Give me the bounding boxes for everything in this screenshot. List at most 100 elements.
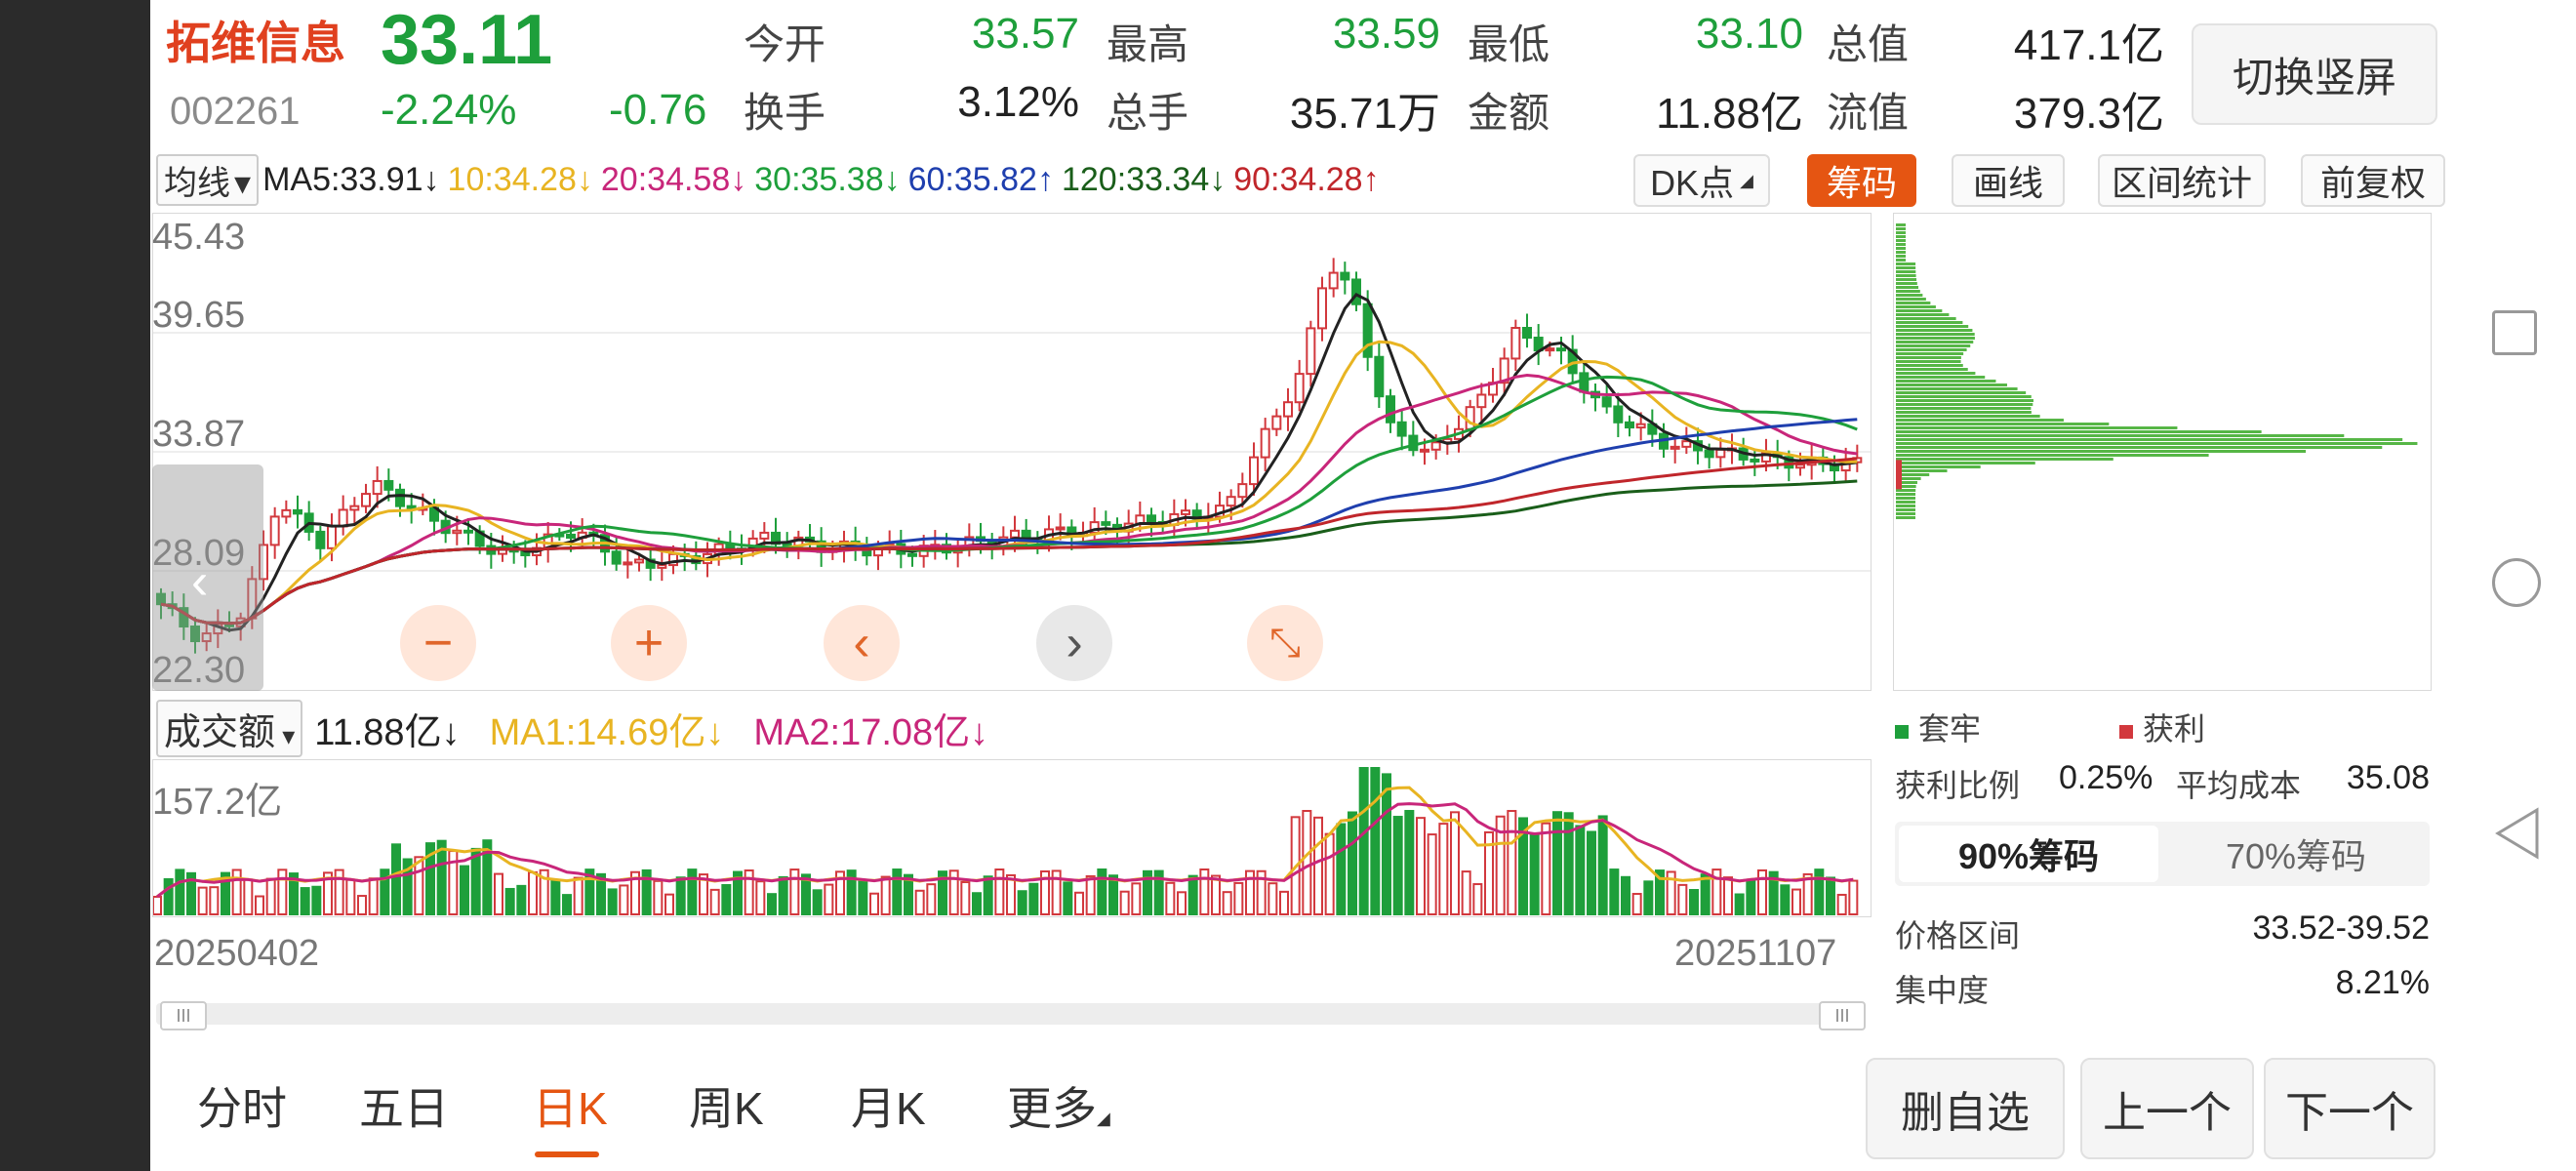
chip-bar	[1896, 438, 2403, 441]
concentration-value: 8.21%	[2335, 964, 2430, 1001]
volume-bar	[1063, 881, 1073, 915]
volume-bar	[573, 876, 584, 916]
corner-triangle-icon: ◢	[1097, 1109, 1110, 1128]
back-icon[interactable]	[2492, 806, 2541, 866]
previous-stock-button[interactable]: 上一个	[2080, 1058, 2254, 1159]
volume-bar	[709, 888, 720, 916]
volume-bar	[1416, 817, 1426, 915]
dk-point-button[interactable]: DK点 ◢	[1633, 154, 1770, 207]
period-tab-more[interactable]: 更多◢	[1007, 1073, 1110, 1138]
chip-bar	[1896, 313, 1950, 316]
collapse-button[interactable]: ⤡	[1247, 605, 1323, 681]
price-range-value: 33.52-39.52	[2252, 909, 2431, 947]
candle-body	[327, 525, 337, 549]
volume-ma1: MA1:14.69亿↓	[489, 711, 725, 753]
volume-bar	[528, 870, 538, 915]
remove-watchlist-button[interactable]: 删自选	[1866, 1058, 2065, 1159]
period-tab-weekly[interactable]: 周K	[689, 1073, 764, 1138]
volume-bar	[1097, 868, 1107, 915]
period-tab-5day[interactable]: 五日	[359, 1073, 449, 1138]
candle-body	[269, 515, 280, 546]
candle-body	[1283, 401, 1293, 418]
volume-value: 11.88亿↓	[314, 711, 461, 753]
chip-bar	[1896, 239, 1906, 242]
chip-bar	[1896, 368, 1968, 371]
volume-bar	[1427, 833, 1437, 915]
volume-bar	[1108, 874, 1118, 915]
chip-bar	[1896, 266, 1916, 269]
adjust-button[interactable]: 前复权	[2301, 154, 2445, 207]
candle-body	[623, 561, 633, 566]
chip-bar	[1896, 337, 1975, 340]
switch-portrait-button[interactable]: 切换竖屏	[2192, 23, 2437, 125]
volume-bar	[1700, 873, 1711, 915]
volume-bar	[1563, 812, 1574, 915]
period-more-label: 更多	[1007, 1083, 1097, 1134]
volume-ma2: MA2:17.08亿↓	[753, 711, 989, 753]
next-stock-button[interactable]: 下一个	[2264, 1058, 2435, 1159]
recents-icon[interactable]	[2492, 310, 2537, 355]
chip-bar	[1896, 462, 2035, 464]
period-tab-timeshare[interactable]: 分时	[197, 1073, 287, 1138]
volume-bar	[675, 876, 686, 915]
draw-line-button[interactable]: 画线	[1952, 154, 2065, 207]
chip-bar	[1896, 458, 2113, 461]
prev-button[interactable]: ‹	[824, 605, 900, 681]
volume-bar	[607, 888, 618, 916]
volume-bar	[914, 889, 925, 915]
volume-canvas	[153, 767, 1859, 916]
volume-bar	[1791, 888, 1801, 915]
volume-bar	[880, 875, 891, 916]
candle-body	[361, 493, 371, 507]
chip-bar	[1896, 302, 1931, 304]
volume-bar	[1279, 890, 1289, 916]
chip-bar	[1896, 360, 1961, 363]
range-stats-button[interactable]: 区间统计	[2098, 154, 2266, 207]
chip-bar	[1896, 329, 1973, 332]
chip-bar	[1896, 344, 1971, 347]
chip-bar	[1896, 341, 1974, 343]
next-button[interactable]: ›	[1036, 605, 1112, 681]
chip-bar	[1896, 259, 1906, 262]
ma-selector[interactable]: 均线 ▾	[156, 153, 260, 206]
change-amount: -0.76	[609, 86, 707, 134]
chips-button[interactable]: 筹码	[1807, 154, 1916, 207]
candle-body	[1465, 406, 1475, 430]
volume-bar	[983, 875, 993, 916]
chip-bar	[1896, 286, 1919, 289]
scroll-left-overlay[interactable]: ‹	[152, 464, 263, 691]
chip-bar	[1896, 274, 1916, 277]
zoom-out-button[interactable]: −	[400, 605, 476, 681]
volume-bar	[1211, 874, 1221, 915]
volume-bar	[1848, 879, 1859, 915]
legend-trapped: 套牢	[1895, 705, 1981, 749]
home-icon[interactable]	[2492, 558, 2541, 607]
scroll-handle-left[interactable]: III	[160, 1001, 207, 1030]
scroll-handle-right[interactable]: III	[1819, 1001, 1866, 1030]
volume-bar	[1836, 893, 1847, 915]
ma-value: 60:35.82↑	[907, 160, 1054, 198]
tab-90-chips[interactable]: 90%筹码	[1899, 826, 2158, 882]
quote-label: 今开	[744, 21, 826, 67]
ma-value: 120:33.34↓	[1061, 160, 1227, 198]
candle-body	[1237, 483, 1248, 499]
ma-value: 20:34.58↓	[600, 160, 747, 198]
period-tab-monthly[interactable]: 月K	[851, 1073, 926, 1138]
chip-bar	[1896, 489, 1916, 492]
volume-chart[interactable]	[152, 759, 1872, 917]
volume-bar	[1826, 876, 1835, 915]
zoom-in-button[interactable]: +	[611, 605, 687, 681]
candle-body	[1010, 529, 1020, 539]
chip-bar	[1896, 434, 2345, 437]
volume-bar	[1404, 810, 1415, 915]
period-tab-daily[interactable]: 日K	[533, 1073, 608, 1138]
chip-bar	[1896, 348, 1967, 351]
volume-selector[interactable]: 成交额 ▾	[156, 699, 303, 757]
left-system-bar	[0, 0, 150, 1171]
timeline-scrollbar[interactable]	[156, 1003, 1866, 1025]
tab-70-chips[interactable]: 70%筹码	[2166, 826, 2426, 882]
candle-body	[1249, 456, 1259, 486]
volume-bar	[1723, 876, 1733, 915]
volume-bar	[1222, 891, 1232, 915]
volume-bar	[265, 877, 276, 916]
